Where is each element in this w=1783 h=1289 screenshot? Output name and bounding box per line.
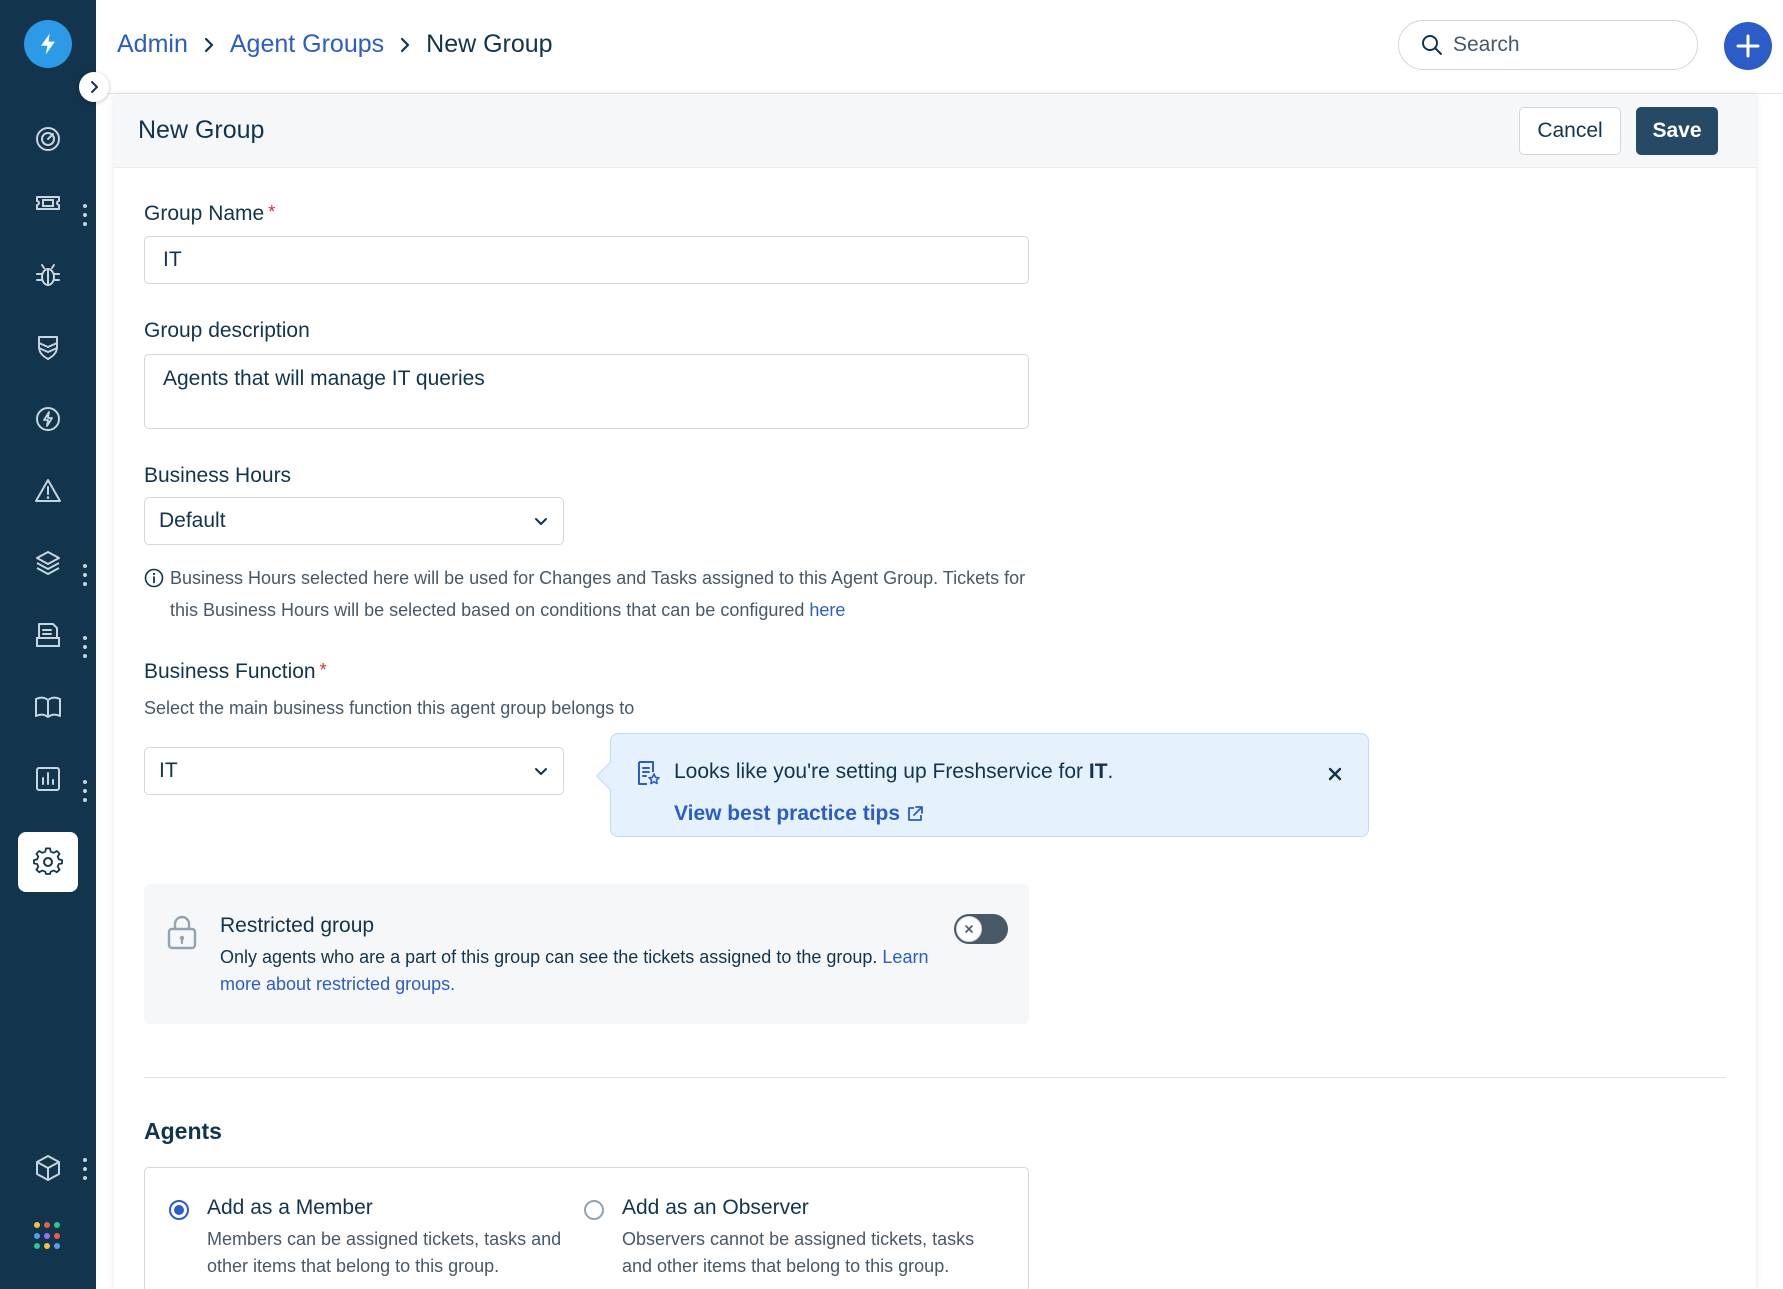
business-function-select[interactable]: IT (144, 747, 564, 795)
plus-icon (1736, 34, 1760, 58)
business-hours-configure-link[interactable]: here (809, 600, 845, 620)
business-function-subtitle: Select the main business function this a… (144, 698, 635, 718)
group-name-label: Group Name * (144, 202, 276, 225)
chevron-right-icon (202, 37, 216, 53)
required-mark: * (268, 202, 276, 222)
breadcrumb: Admin Agent Groups New Group (117, 30, 553, 59)
nav-inbox[interactable] (18, 605, 78, 665)
search-icon (1422, 35, 1442, 55)
restricted-group-desc: Only agents who are a part of this group… (220, 947, 929, 994)
search-box[interactable] (1398, 20, 1698, 70)
chevron-right-icon (91, 81, 98, 93)
nav-tickets-more[interactable] (82, 204, 88, 226)
alert-triangle-icon (35, 479, 61, 502)
chevron-down-icon (535, 518, 547, 525)
member-desc: Members can be assigned tickets, tasks a… (207, 1229, 562, 1276)
member-title: Add as a Member (207, 1196, 373, 1219)
agent-role-options: Add as a Member Members can be assigned … (144, 1167, 1029, 1289)
tickets-icon (36, 196, 60, 210)
new-group-page: New Group Cancel Save Group Name* Group … (114, 94, 1756, 1289)
nav-releases[interactable] (18, 389, 78, 449)
nav-assets-more[interactable] (82, 564, 88, 586)
nav-dashboard[interactable] (18, 109, 78, 169)
nav-solutions[interactable] (18, 677, 78, 737)
breadcrumb-current: New Group (426, 30, 553, 58)
breadcrumb-admin[interactable]: Admin (117, 30, 188, 59)
business-function-value: IT (159, 759, 178, 782)
solutions-book-icon (35, 696, 61, 718)
nav-changes[interactable] (18, 317, 78, 377)
info-icon (144, 568, 164, 588)
required-mark: * (319, 660, 327, 680)
section-divider (144, 1077, 1726, 1078)
group-description-label: Group description (144, 319, 310, 342)
cancel-button[interactable]: Cancel (1519, 107, 1621, 155)
business-function-label: Business Function * (144, 660, 327, 683)
view-best-practice-tips-link[interactable]: View best practice tips (674, 802, 924, 826)
observer-title: Add as an Observer (622, 1196, 809, 1219)
external-link-icon (908, 806, 923, 821)
nav-alerts[interactable] (18, 461, 78, 521)
close-tip-button[interactable] (1323, 762, 1347, 786)
sidebar (0, 0, 109, 1289)
member-radio[interactable] (169, 1200, 189, 1220)
page-header: New Group Cancel Save (114, 94, 1756, 168)
expand-sidebar-button[interactable] (79, 72, 109, 102)
add-new-button[interactable] (1724, 22, 1772, 70)
tips-document-icon (638, 761, 660, 785)
dashboard-icon (36, 127, 60, 151)
business-hours-label: Business Hours (144, 464, 292, 487)
chevron-right-icon (398, 37, 412, 53)
top-header: Admin Agent Groups New Group (96, 0, 1783, 94)
releases-bolt-icon (36, 407, 60, 431)
toggle-off-x-icon (965, 925, 973, 933)
chevron-down-icon (535, 768, 547, 775)
restricted-group-toggle[interactable] (954, 914, 1008, 944)
nav-inbox-more[interactable] (82, 636, 88, 658)
assets-layers-icon (36, 551, 60, 575)
nav-problems[interactable] (18, 245, 78, 305)
restricted-group-title: Restricted group (220, 914, 375, 937)
breadcrumb-agent-groups[interactable]: Agent Groups (230, 30, 384, 59)
changes-shield-icon (38, 336, 58, 360)
business-hours-hint: Business Hours selected here will be use… (170, 568, 1026, 620)
problems-bug-icon (36, 264, 60, 286)
business-hours-select[interactable]: Default (144, 497, 564, 545)
nav-reports-more[interactable] (82, 780, 88, 802)
group-name-input[interactable] (144, 236, 1029, 284)
close-icon (1328, 767, 1342, 781)
apps-grid-icon[interactable] (34, 1222, 62, 1250)
nav-reports[interactable] (18, 749, 78, 809)
group-description-textarea[interactable]: Agents that will manage IT queries (144, 354, 1029, 429)
inbox-document-icon (36, 623, 60, 647)
observer-radio[interactable] (584, 1200, 604, 1220)
save-button[interactable]: Save (1636, 107, 1718, 155)
observer-desc: Observers cannot be assigned tickets, ta… (622, 1229, 975, 1276)
business-hours-value: Default (159, 509, 226, 532)
admin-gear-icon (33, 847, 63, 875)
nav-tickets[interactable] (18, 173, 78, 233)
nav-cube-more[interactable] (82, 1158, 88, 1180)
nav-cube[interactable] (18, 1138, 78, 1198)
lock-icon (167, 915, 197, 950)
search-input[interactable] (1453, 33, 1673, 57)
tip-text: Looks like you're setting up Freshservic… (674, 760, 1114, 783)
nav-admin[interactable] (18, 832, 78, 892)
agents-section-title: Agents (144, 1118, 222, 1144)
cube-icon (36, 1155, 60, 1181)
nav-assets[interactable] (18, 533, 78, 593)
best-practice-tip: Looks like you're setting up Freshservic… (595, 733, 1369, 837)
page-title: New Group (138, 116, 265, 144)
reports-chart-icon (36, 767, 60, 791)
restricted-group-panel: Restricted group Only agents who are a p… (144, 884, 1029, 1024)
freshservice-logo-icon[interactable] (24, 20, 72, 68)
